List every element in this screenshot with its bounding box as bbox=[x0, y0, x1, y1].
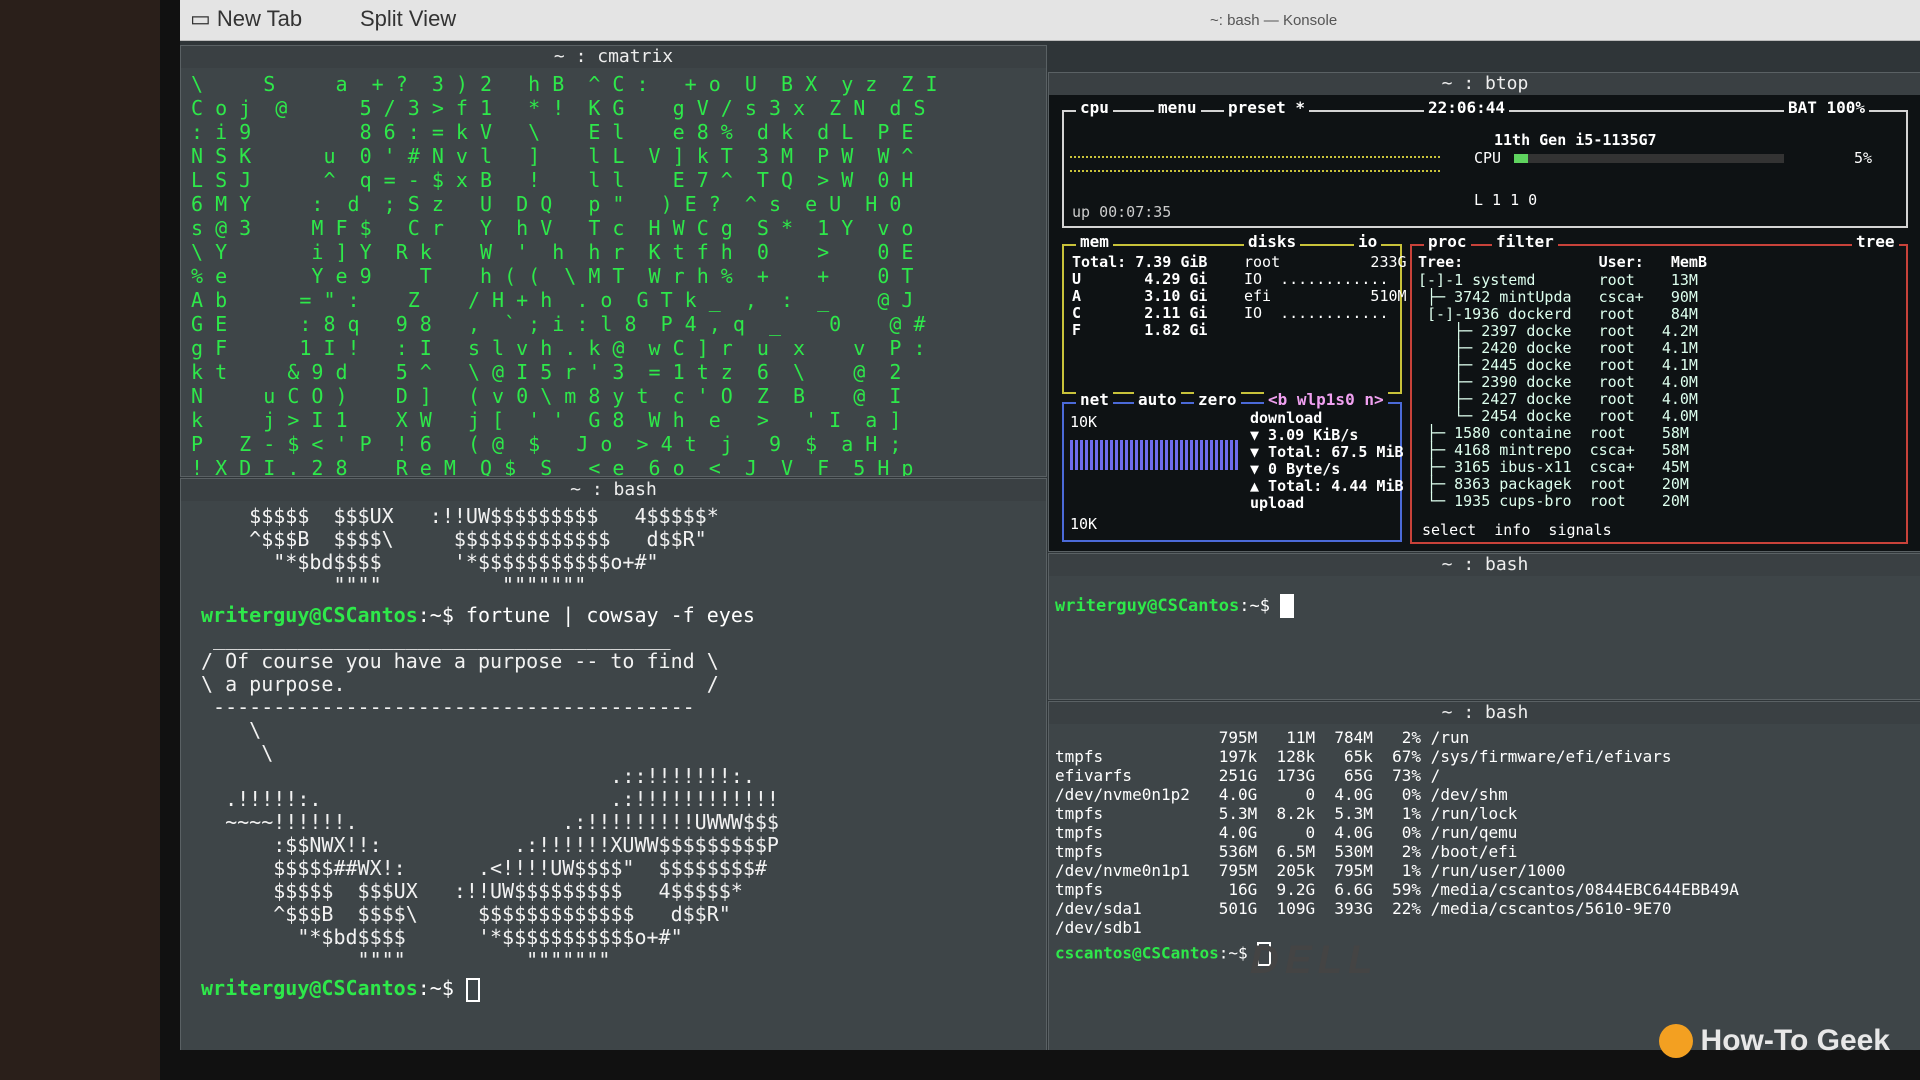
io-title: io bbox=[1354, 232, 1382, 251]
gear-icon bbox=[1658, 1024, 1693, 1058]
prompt-line[interactable]: writerguy@CSCantos:~$ bbox=[1055, 594, 1295, 618]
net-box: net auto zero <b wlp1s0 n> 10K 10K downl… bbox=[1062, 390, 1404, 542]
proc-title[interactable]: proc bbox=[1424, 232, 1471, 251]
window-title: ~: bash — Konsole bbox=[1210, 12, 1338, 29]
interface-selector[interactable]: <b wlp1s0 n> bbox=[1264, 390, 1388, 409]
net-scale-top: 10K bbox=[1070, 413, 1098, 431]
pane-title: ~ : bash bbox=[1049, 554, 1920, 576]
net-graph bbox=[1070, 440, 1240, 470]
how-to-geek-watermark: How-To Geek bbox=[1658, 1024, 1890, 1058]
cpu-bar-fill bbox=[1514, 154, 1528, 163]
pane-title: ~ : btop bbox=[1049, 73, 1920, 95]
cpu-model: 11th Gen i5-1135G7 bbox=[1494, 131, 1657, 149]
prompt-line[interactable]: cscantos@CSCantos:~$ bbox=[1055, 942, 1272, 966]
clock: 22:06:44 bbox=[1424, 98, 1510, 117]
matrix-output: \ S a + ? 3 ) 2 h B ^ C : + o U B X y z … bbox=[191, 72, 938, 477]
mem-title: mem bbox=[1076, 232, 1113, 251]
zero-title[interactable]: zero bbox=[1194, 390, 1241, 409]
command-line: writerguy@CSCantos:~$ fortune | cowsay -… bbox=[201, 603, 755, 627]
load-average: L 1 1 0 bbox=[1474, 191, 1538, 209]
cpu-graph bbox=[1070, 156, 1440, 172]
terminal-output: $$$$$ $$$UX :!!UW$$$$$$$$$ 4$$$$$* ^$$$B… bbox=[201, 505, 779, 1002]
proc-list[interactable]: [-]-1 systemd root 13M ├─ 3742 mintUpda … bbox=[1418, 272, 1698, 510]
title-bar: ▭ New Tab Split View ~: bash — Konsole bbox=[180, 0, 1920, 41]
prompt-line[interactable]: writerguy@CSCantos:~$ bbox=[201, 976, 779, 1002]
menu-tab[interactable]: menu bbox=[1154, 98, 1201, 117]
tree-title[interactable]: tree bbox=[1852, 232, 1899, 251]
mem-box: mem disks io Total: 7.39 GiB U 4.29 Gi A… bbox=[1062, 232, 1407, 394]
new-tab-button[interactable]: ▭ New Tab bbox=[190, 6, 302, 32]
pane-title: ~ : bash bbox=[181, 479, 1046, 501]
btop-dashboard: cpu menu preset * 22:06:44 BAT 100% 11th… bbox=[1060, 96, 1910, 546]
preset-tab[interactable]: preset * bbox=[1224, 98, 1310, 117]
text-cursor bbox=[1280, 594, 1295, 618]
text-cursor bbox=[465, 977, 480, 1002]
filter-title[interactable]: filter bbox=[1492, 232, 1558, 251]
auto-title[interactable]: auto bbox=[1134, 390, 1181, 409]
proc-header: Tree: User: MemB bbox=[1418, 253, 1707, 271]
pane-title: ~ : cmatrix bbox=[181, 46, 1046, 68]
uptime: up 00:07:35 bbox=[1072, 203, 1172, 221]
pane-title: ~ : bash bbox=[1049, 702, 1920, 724]
net-scale-bottom: 10K bbox=[1070, 515, 1098, 533]
bash-left-pane[interactable]: ~ : bash $$$$$ $$$UX :!!UW$$$$$$$$$ 4$$$… bbox=[180, 478, 1047, 1050]
ascii-art-top: $$$$$ $$$UX :!!UW$$$$$$$$$ 4$$$$$* ^$$$B… bbox=[249, 504, 719, 597]
cpu-label: CPU bbox=[1474, 149, 1502, 167]
net-title: net bbox=[1076, 390, 1113, 409]
new-tab-icon: ▭ bbox=[190, 6, 217, 31]
proc-footer: select info signals bbox=[1422, 521, 1612, 539]
proc-box: proc filter tree Tree: User: MemB [-]-1 … bbox=[1410, 232, 1908, 544]
speech-bubble: ______________________________________ /… bbox=[201, 626, 719, 719]
battery-status: BAT 100% bbox=[1784, 98, 1870, 117]
net-stats: download ▼ 3.09 KiB/s ▼ Total: 67.5 MiB … bbox=[1250, 409, 1404, 512]
cpu-percent: 5% bbox=[1854, 149, 1873, 167]
cmatrix-pane[interactable]: ~ : cmatrix \ S a + ? 3 ) 2 h B ^ C : + … bbox=[180, 45, 1047, 477]
disk-stats: root 233G IO ............ efi 510M IO ..… bbox=[1244, 253, 1407, 322]
cpu-tab[interactable]: cpu bbox=[1076, 98, 1113, 117]
df-output: 795M 11M 784M 2% /run tmpfs 197k 128k 65… bbox=[1055, 728, 1739, 937]
cowsay-eyes-art: \ \ .::!!!!!!!:. .!!!!!:. .:!!!!!!!!!!!!… bbox=[225, 718, 779, 972]
dell-logo: DELL bbox=[1250, 938, 1379, 982]
mem-stats: Total: 7.39 GiB U 4.29 Gi A 3.10 Gi C 2.… bbox=[1072, 253, 1208, 339]
cpu-bar bbox=[1514, 154, 1784, 163]
bash-right-top-pane[interactable]: ~ : bash writerguy@CSCantos:~$ bbox=[1048, 553, 1920, 700]
disks-title: disks bbox=[1244, 232, 1301, 251]
konsole-window: ▭ New Tab Split View ~: bash — Konsole ~… bbox=[180, 0, 1920, 1050]
split-view-button[interactable]: Split View bbox=[360, 6, 456, 32]
bash-right-bottom-pane[interactable]: ~ : bash 795M 11M 784M 2% /run tmpfs 197… bbox=[1048, 701, 1920, 1050]
cpu-box: cpu menu preset * 22:06:44 BAT 100% 11th… bbox=[1062, 98, 1908, 228]
